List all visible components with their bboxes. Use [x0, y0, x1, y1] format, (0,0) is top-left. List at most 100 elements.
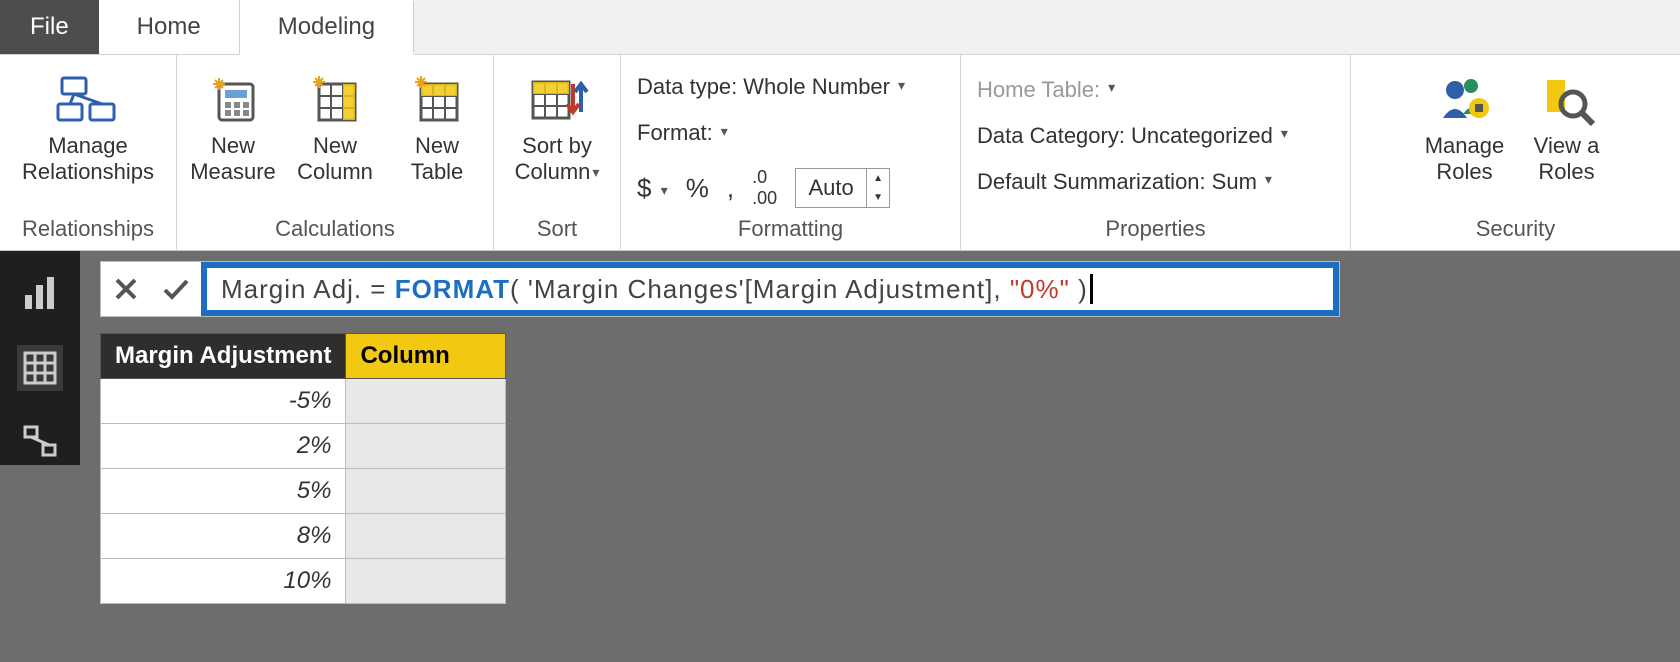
data-type-dropdown[interactable]: Data type: Whole Number ▾	[637, 67, 905, 107]
data-view-button[interactable]	[17, 345, 63, 391]
group-relationships-label: Relationships	[8, 210, 168, 250]
new-column-button[interactable]: New Column	[287, 67, 383, 185]
cell-empty[interactable]	[346, 424, 506, 469]
manage-roles-label: Manage Roles	[1425, 133, 1505, 185]
group-calculations: New Measure New Column New Table Calcula…	[177, 55, 494, 250]
cell-value[interactable]: 2%	[101, 424, 346, 469]
spin-up[interactable]: ▲	[867, 169, 889, 188]
percent-button[interactable]: %	[686, 173, 709, 204]
group-properties: Home Table: ▾ Data Category: Uncategoriz…	[961, 55, 1351, 250]
decimals-value: Auto	[796, 175, 866, 201]
tab-file[interactable]: File	[0, 0, 99, 54]
model-view-button[interactable]	[17, 419, 63, 465]
group-formatting-label: Formatting	[629, 210, 952, 250]
format-label: Format:	[637, 120, 713, 146]
chevron-down-icon: ▾	[1108, 79, 1115, 96]
group-formatting: Data type: Whole Number ▾ Format: ▾ $ ▾ …	[621, 55, 961, 250]
manage-roles-button[interactable]: Manage Roles	[1417, 67, 1513, 185]
table-row[interactable]: 5%	[101, 469, 506, 514]
cell-empty[interactable]	[346, 559, 506, 604]
sort-by-column-label: Sort by Column	[515, 133, 592, 184]
column-icon	[305, 71, 365, 127]
workspace: Margin Adj. = FORMAT( 'Margin Changes'[M…	[0, 251, 1680, 662]
col-header-margin-adjustment[interactable]: Margin Adjustment	[101, 334, 346, 379]
measure-icon	[203, 71, 263, 127]
formula-input[interactable]: Margin Adj. = FORMAT( 'Margin Changes'[M…	[201, 262, 1339, 316]
decimals-stepper[interactable]: Auto ▲▼	[795, 168, 890, 208]
chevron-down-icon: ▾	[592, 159, 599, 185]
home-table-dropdown[interactable]: Home Table: ▾	[977, 70, 1115, 110]
currency-button[interactable]: $ ▾	[637, 173, 668, 204]
new-column-label: New Column	[297, 133, 373, 185]
summarization-label: Default Summarization:	[977, 169, 1206, 195]
formula-args: 'Margin Changes'[Margin Adjustment],	[520, 274, 1010, 305]
group-security-label: Security	[1359, 210, 1672, 250]
cancel-formula-button[interactable]	[101, 262, 151, 316]
new-measure-label: New Measure	[190, 133, 276, 185]
group-security: Manage Roles View a Roles Security	[1351, 55, 1680, 250]
col-header-column[interactable]: Column	[346, 334, 506, 379]
view-roles-label: View a Roles	[1534, 133, 1600, 185]
thousands-button[interactable]: ,	[727, 173, 734, 204]
report-view-button[interactable]	[17, 271, 63, 317]
data-type-label: Data type:	[637, 74, 737, 100]
table-row[interactable]: 2%	[101, 424, 506, 469]
new-measure-button[interactable]: New Measure	[185, 67, 281, 185]
formula-func: FORMAT	[395, 274, 510, 305]
cell-value[interactable]: 8%	[101, 514, 346, 559]
commit-formula-button[interactable]	[151, 262, 201, 316]
sort-by-column-button[interactable]: Sort by Column ▾	[502, 67, 612, 187]
cell-empty[interactable]	[346, 514, 506, 559]
data-category-label: Data Category:	[977, 123, 1125, 149]
table-row[interactable]: 8%	[101, 514, 506, 559]
cell-value[interactable]: 5%	[101, 469, 346, 514]
view-switcher	[0, 251, 80, 465]
cell-value[interactable]: 10%	[101, 559, 346, 604]
chevron-down-icon: ▾	[721, 123, 728, 140]
chevron-down-icon: ▾	[898, 77, 905, 94]
group-sort-label: Sort	[502, 210, 612, 250]
view-roles-icon	[1537, 71, 1597, 127]
tab-bar: File Home Modeling	[0, 0, 1680, 55]
decimals-icon: .0.00	[752, 167, 777, 209]
home-table-label: Home Table:	[977, 77, 1100, 103]
formula-string: "0%"	[1010, 274, 1070, 305]
new-table-button[interactable]: New Table	[389, 67, 485, 185]
data-category-value: Uncategorized	[1131, 123, 1273, 149]
data-category-dropdown[interactable]: Data Category: Uncategorized ▾	[977, 116, 1288, 156]
text-cursor	[1090, 274, 1093, 304]
cell-value[interactable]: -5%	[101, 379, 346, 424]
group-properties-label: Properties	[969, 210, 1342, 250]
cell-empty[interactable]	[346, 469, 506, 514]
formula-open: (	[510, 274, 520, 305]
formula-prefix: Margin Adj. =	[221, 274, 395, 305]
manage-relationships-label: Manage Relationships	[22, 133, 154, 185]
relationships-icon	[58, 71, 118, 127]
group-relationships: Manage Relationships Relationships	[0, 55, 177, 250]
sort-icon	[527, 71, 587, 127]
chevron-down-icon: ▾	[1265, 171, 1272, 188]
view-roles-button[interactable]: View a Roles	[1519, 67, 1615, 185]
spin-down[interactable]: ▼	[867, 188, 889, 207]
group-sort: Sort by Column ▾ Sort	[494, 55, 621, 250]
new-table-label: New Table	[411, 133, 464, 185]
table-icon	[407, 71, 467, 127]
manage-relationships-button[interactable]: Manage Relationships	[8, 67, 168, 185]
group-calculations-label: Calculations	[185, 210, 485, 250]
tab-modeling[interactable]: Modeling	[240, 1, 414, 55]
formula-close: )	[1070, 274, 1088, 305]
table-row[interactable]: 10%	[101, 559, 506, 604]
canvas: Margin Adj. = FORMAT( 'Margin Changes'[M…	[80, 251, 1680, 662]
data-type-value: Whole Number	[743, 74, 890, 100]
cell-empty[interactable]	[346, 379, 506, 424]
summarization-dropdown[interactable]: Default Summarization: Sum ▾	[977, 162, 1272, 202]
data-table: Margin Adjustment Column -5% 2% 5% 8% 10…	[100, 333, 506, 604]
roles-icon	[1435, 71, 1495, 127]
tab-home[interactable]: Home	[99, 0, 240, 54]
summarization-value: Sum	[1212, 169, 1257, 195]
format-dropdown[interactable]: Format: ▾	[637, 113, 728, 153]
table-row[interactable]: -5%	[101, 379, 506, 424]
chevron-down-icon: ▾	[661, 182, 668, 199]
formula-bar: Margin Adj. = FORMAT( 'Margin Changes'[M…	[100, 261, 1340, 317]
ribbon: Manage Relationships Relationships New M…	[0, 55, 1680, 251]
